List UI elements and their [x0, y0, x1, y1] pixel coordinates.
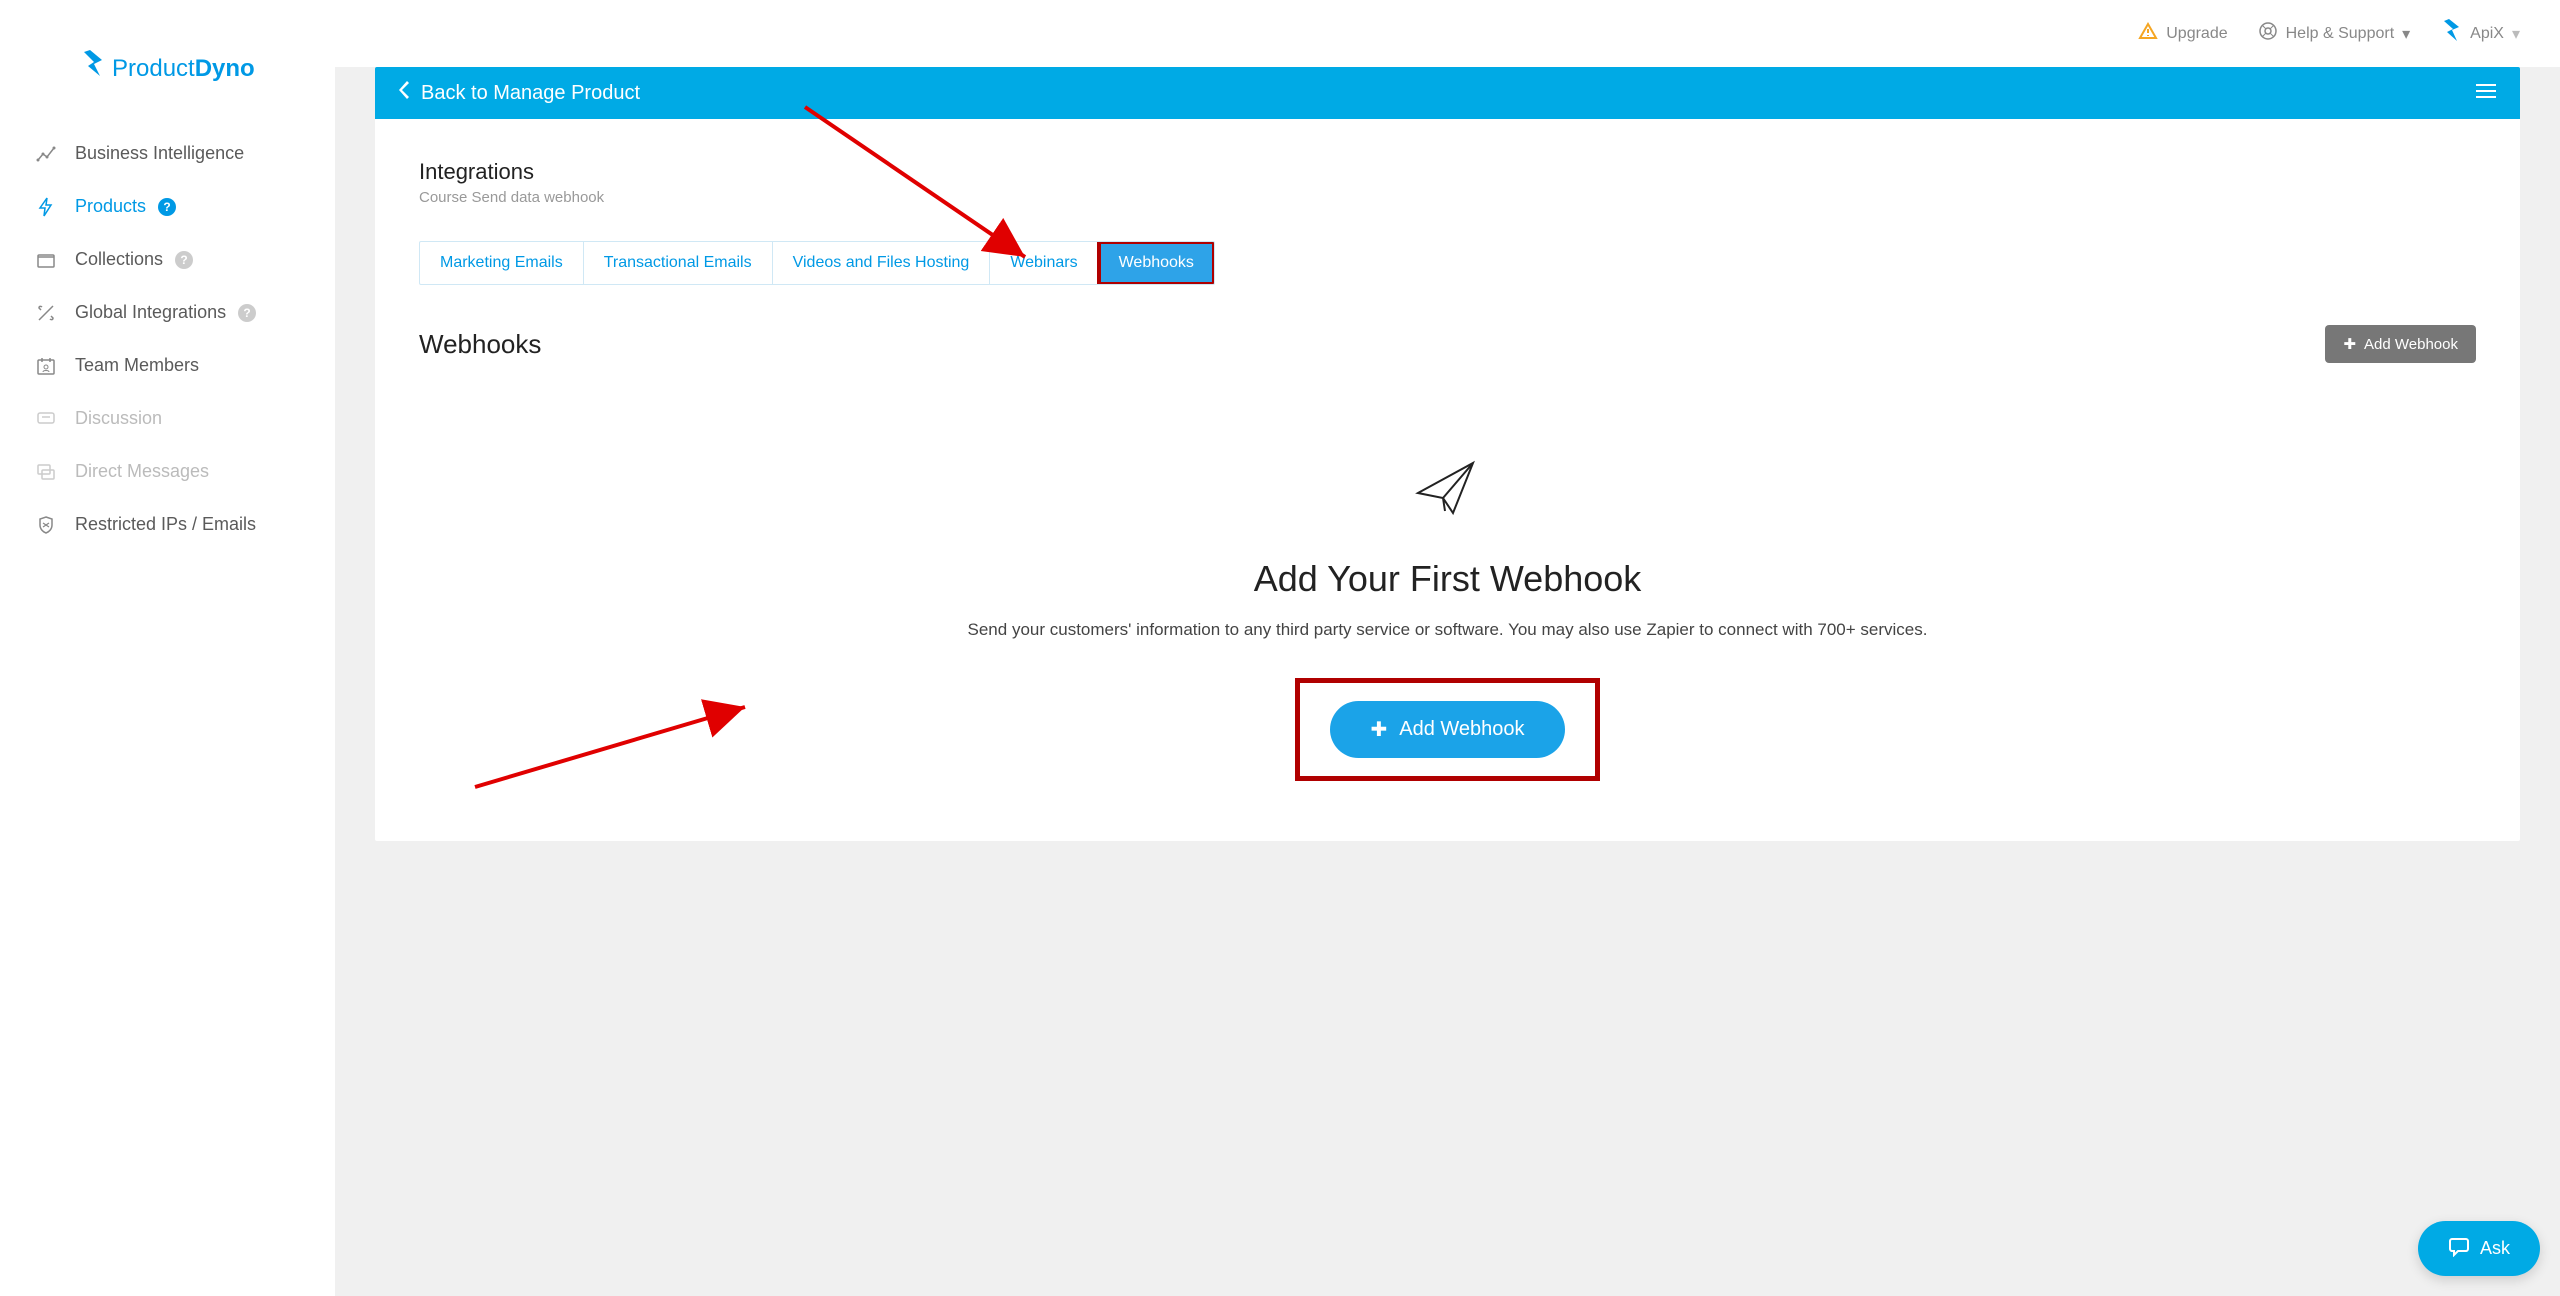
tab-webhooks[interactable]: Webhooks — [1099, 242, 1214, 284]
chevron-left-icon — [399, 81, 411, 105]
panel-subtitle: Course Send data webhook — [419, 189, 2476, 206]
panel: Integrations Course Send data webhook Ma… — [375, 119, 2520, 841]
caret-down-icon: ▾ — [2512, 24, 2520, 44]
sidebar-item-label: Team Members — [75, 355, 199, 376]
ask-widget[interactable]: Ask — [2418, 1221, 2540, 1276]
section-header: Webhooks ✚ Add Webhook — [419, 325, 2476, 363]
empty-state: Add Your First Webhook Send your custome… — [419, 453, 2476, 781]
sidebar-item-label: Direct Messages — [75, 461, 209, 482]
logo[interactable]: ProductDyno — [0, 20, 335, 117]
folder-icon — [35, 251, 57, 269]
sidebar-item-label: Business Intelligence — [75, 143, 244, 164]
hamburger-menu-icon[interactable] — [2476, 82, 2496, 105]
sidebar-item-products[interactable]: Products ? — [0, 180, 335, 233]
caret-down-icon: ▾ — [2402, 24, 2410, 44]
user-avatar-icon — [2440, 18, 2462, 49]
sidebar-item-label: Global Integrations — [75, 302, 226, 323]
plus-icon: ✚ — [2343, 335, 2356, 353]
user-menu[interactable]: ApiX ▾ — [2440, 18, 2520, 49]
add-webhook-label: Add Webhook — [2364, 336, 2458, 353]
lifebuoy-icon — [2258, 21, 2278, 46]
logo-product-text: Product — [112, 55, 195, 83]
topbar: Upgrade Help & Support ▾ ApiX ▾ — [335, 0, 2560, 67]
panel-title: Integrations — [419, 159, 2476, 185]
empty-desc: Send your customers' information to any … — [419, 620, 2476, 640]
sidebar-item-global-integrations[interactable]: Global Integrations ? — [0, 286, 335, 339]
chart-icon — [35, 144, 57, 164]
paper-plane-icon — [1413, 453, 1483, 523]
sidebar-item-restricted-ips[interactable]: Restricted IPs / Emails — [0, 498, 335, 551]
plus-icon: ✚ — [1370, 717, 1387, 742]
ask-label: Ask — [2480, 1238, 2510, 1259]
warning-icon — [2138, 22, 2158, 45]
help-support-menu[interactable]: Help & Support ▾ — [2258, 21, 2411, 46]
messages-icon — [35, 462, 57, 482]
add-webhook-button-main[interactable]: ✚ Add Webhook — [1330, 701, 1564, 758]
user-label: ApiX — [2470, 25, 2504, 43]
sidebar: ProductDyno Business Intelligence Produc… — [0, 0, 335, 1296]
logo-dyno-text: Dyno — [195, 55, 255, 83]
add-webhook-button-top[interactable]: ✚ Add Webhook — [2325, 325, 2476, 363]
help-label: Help & Support — [2286, 25, 2395, 43]
sidebar-item-direct-messages[interactable]: Direct Messages — [0, 445, 335, 498]
logo-icon — [80, 50, 104, 87]
sidebar-item-label: Products — [75, 196, 146, 217]
calendar-icon — [35, 356, 57, 376]
sidebar-item-team-members[interactable]: Team Members — [0, 339, 335, 392]
tab-webinars[interactable]: Webinars — [990, 242, 1098, 284]
content: Back to Manage Product Integrations Cour… — [335, 67, 2560, 881]
help-badge-icon[interactable]: ? — [158, 198, 176, 216]
tab-marketing-emails[interactable]: Marketing Emails — [420, 242, 584, 284]
chat-bubble-icon — [2448, 1235, 2470, 1262]
header-bar: Back to Manage Product — [375, 67, 2520, 119]
help-badge-icon[interactable]: ? — [175, 251, 193, 269]
lightning-icon — [35, 197, 57, 217]
add-webhook-label: Add Webhook — [1399, 718, 1524, 741]
empty-title: Add Your First Webhook — [419, 558, 2476, 600]
integration-tabs: Marketing Emails Transactional Emails Vi… — [419, 241, 1215, 285]
upgrade-label: Upgrade — [2166, 25, 2227, 43]
back-label: Back to Manage Product — [421, 82, 640, 105]
tools-icon — [35, 303, 57, 323]
shield-icon — [35, 515, 57, 535]
nav-items: Business Intelligence Products ? Collect… — [0, 117, 335, 561]
sidebar-item-collections[interactable]: Collections ? — [0, 233, 335, 286]
tab-videos-files-hosting[interactable]: Videos and Files Hosting — [773, 242, 991, 284]
sidebar-item-label: Discussion — [75, 408, 162, 429]
sidebar-item-discussion[interactable]: Discussion — [0, 392, 335, 445]
section-title: Webhooks — [419, 329, 541, 360]
sidebar-item-business-intelligence[interactable]: Business Intelligence — [0, 127, 335, 180]
chat-icon — [35, 410, 57, 428]
back-link[interactable]: Back to Manage Product — [399, 81, 640, 105]
main-area: Upgrade Help & Support ▾ ApiX ▾ — [335, 0, 2560, 1296]
sidebar-item-label: Collections — [75, 249, 163, 270]
sidebar-item-label: Restricted IPs / Emails — [75, 514, 256, 535]
highlight-box: ✚ Add Webhook — [1295, 678, 1599, 781]
tab-transactional-emails[interactable]: Transactional Emails — [584, 242, 773, 284]
help-badge-icon[interactable]: ? — [238, 304, 256, 322]
upgrade-link[interactable]: Upgrade — [2138, 22, 2227, 45]
